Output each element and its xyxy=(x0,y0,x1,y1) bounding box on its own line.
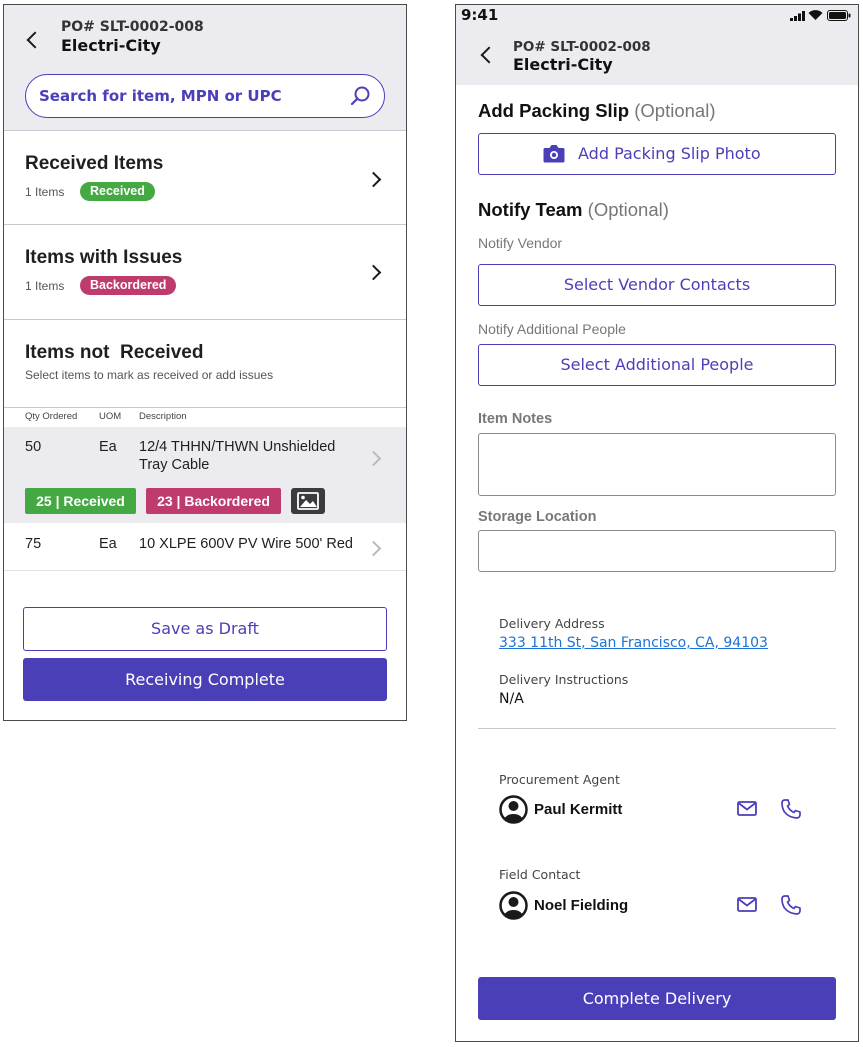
optional-label: (Optional) xyxy=(587,199,669,220)
received-items-row[interactable]: Received Items 1 Items Received xyxy=(4,131,406,225)
received-items-title: Received Items xyxy=(25,153,164,174)
chevron-right-icon xyxy=(365,450,382,467)
items-with-issues-row[interactable]: Items with Issues 1 Items Backordered xyxy=(4,225,406,320)
column-header-description: Description xyxy=(139,411,187,422)
items-not-received-title: Items not Received xyxy=(25,342,204,363)
avatar-icon xyxy=(499,795,528,824)
items-not-received-section: Items not Received Select items to mark … xyxy=(4,320,406,408)
back-chevron-icon[interactable] xyxy=(480,46,498,64)
field-contact-label: Field Contact xyxy=(499,867,581,882)
chevron-right-icon xyxy=(365,264,382,281)
search-icon[interactable] xyxy=(350,85,372,107)
table-row[interactable]: 50 Ea 12/4 THHN/THWN Unshielded Tray Cab… xyxy=(4,427,406,523)
search-placeholder: Search for item, MPN or UPC xyxy=(39,87,282,105)
wifi-icon xyxy=(808,10,823,20)
packing-slip-title: Add Packing Slip xyxy=(478,100,630,121)
notify-team-heading: Notify Team (Optional) xyxy=(478,199,669,221)
notify-team-title: Notify Team xyxy=(478,199,583,220)
description-cell: 12/4 THHN/THWN Unshielded xyxy=(139,439,336,455)
select-vendor-contacts-button[interactable]: Select Vendor Contacts xyxy=(478,264,836,306)
delivery-address-label: Delivery Address xyxy=(499,616,605,631)
qty-cell: 75 xyxy=(25,536,42,552)
notify-vendor-label: Notify Vendor xyxy=(478,235,563,251)
uom-cell: Ea xyxy=(99,536,117,552)
camera-icon xyxy=(543,145,565,163)
notify-additional-people-label: Notify Additional People xyxy=(478,321,626,337)
search-input[interactable]: Search for item, MPN or UPC xyxy=(25,74,385,118)
column-header-qty: Qty Ordered xyxy=(25,411,78,422)
received-items-count: 1 Items xyxy=(25,185,65,199)
description-cell: 10 XLPE 600V PV Wire 500' Red xyxy=(139,536,353,552)
divider xyxy=(478,728,836,729)
table-row[interactable]: 75 Ea 10 XLPE 600V PV Wire 500' Red xyxy=(4,523,406,571)
received-quantity-tag[interactable]: 25 | Received xyxy=(25,488,136,514)
status-bar: 9:41 xyxy=(456,5,858,27)
vendor-name: Electri-City xyxy=(61,36,161,55)
issues-count: 1 Items xyxy=(25,279,65,293)
received-badge: Received xyxy=(80,182,155,201)
backordered-badge: Backordered xyxy=(80,276,177,295)
phone-icon[interactable] xyxy=(780,894,802,916)
save-as-draft-button[interactable]: Save as Draft xyxy=(23,607,387,651)
delivery-instructions-value: N/A xyxy=(499,691,524,707)
items-with-issues-title: Items with Issues xyxy=(25,247,183,268)
item-notes-label: Item Notes xyxy=(478,411,553,427)
phone-icon[interactable] xyxy=(780,798,802,820)
avatar-icon xyxy=(499,891,528,920)
procurement-agent-label: Procurement Agent xyxy=(499,772,620,787)
signal-icon xyxy=(790,11,805,21)
delivery-screen: 9:41 PO# SLT-0002-008 Electri-City Add P… xyxy=(455,4,859,1042)
image-icon[interactable] xyxy=(291,488,325,519)
back-chevron-icon[interactable] xyxy=(26,31,44,49)
email-icon[interactable] xyxy=(737,897,757,912)
email-icon[interactable] xyxy=(737,801,757,816)
items-not-received-subtitle: Select items to mark as received or add … xyxy=(25,368,274,382)
receiving-complete-button[interactable]: Receiving Complete xyxy=(23,658,387,701)
select-additional-people-button[interactable]: Select Additional People xyxy=(478,344,836,386)
procurement-agent-name: Paul Kermitt xyxy=(534,801,623,818)
delivery-instructions-label: Delivery Instructions xyxy=(499,672,629,687)
storage-location-field[interactable] xyxy=(478,530,836,572)
add-packing-slip-photo-label: Add Packing Slip Photo xyxy=(578,144,761,163)
column-header-uom: UOM xyxy=(99,411,122,422)
po-number: PO# SLT-0002-008 xyxy=(61,19,204,35)
complete-delivery-button[interactable]: Complete Delivery xyxy=(478,977,836,1020)
header: PO# SLT-0002-008 Electri-City Search for… xyxy=(4,5,406,131)
uom-cell: Ea xyxy=(99,439,117,455)
po-number: PO# SLT-0002-008 xyxy=(513,39,651,55)
qty-cell: 50 xyxy=(25,439,42,455)
optional-label: (Optional) xyxy=(634,100,716,121)
item-notes-field[interactable] xyxy=(478,433,836,496)
battery-icon xyxy=(827,10,851,21)
header: PO# SLT-0002-008 Electri-City xyxy=(456,27,858,85)
add-packing-slip-photo-button[interactable]: Add Packing Slip Photo xyxy=(478,133,836,175)
chevron-right-icon xyxy=(365,171,382,188)
storage-location-label: Storage Location xyxy=(478,509,597,525)
chevron-right-icon xyxy=(365,540,382,557)
delivery-address-link[interactable]: 333 11th St, San Francisco, CA, 94103 xyxy=(499,635,768,651)
receiving-screen: PO# SLT-0002-008 Electri-City Search for… xyxy=(3,4,407,721)
packing-slip-heading: Add Packing Slip (Optional) xyxy=(478,100,715,122)
description-cell-line2: Tray Cable xyxy=(139,457,210,473)
backordered-quantity-tag[interactable]: 23 | Backordered xyxy=(146,488,281,514)
vendor-name: Electri-City xyxy=(513,55,613,74)
status-time: 9:41 xyxy=(461,6,499,24)
field-contact-name: Noel Fielding xyxy=(534,897,629,914)
